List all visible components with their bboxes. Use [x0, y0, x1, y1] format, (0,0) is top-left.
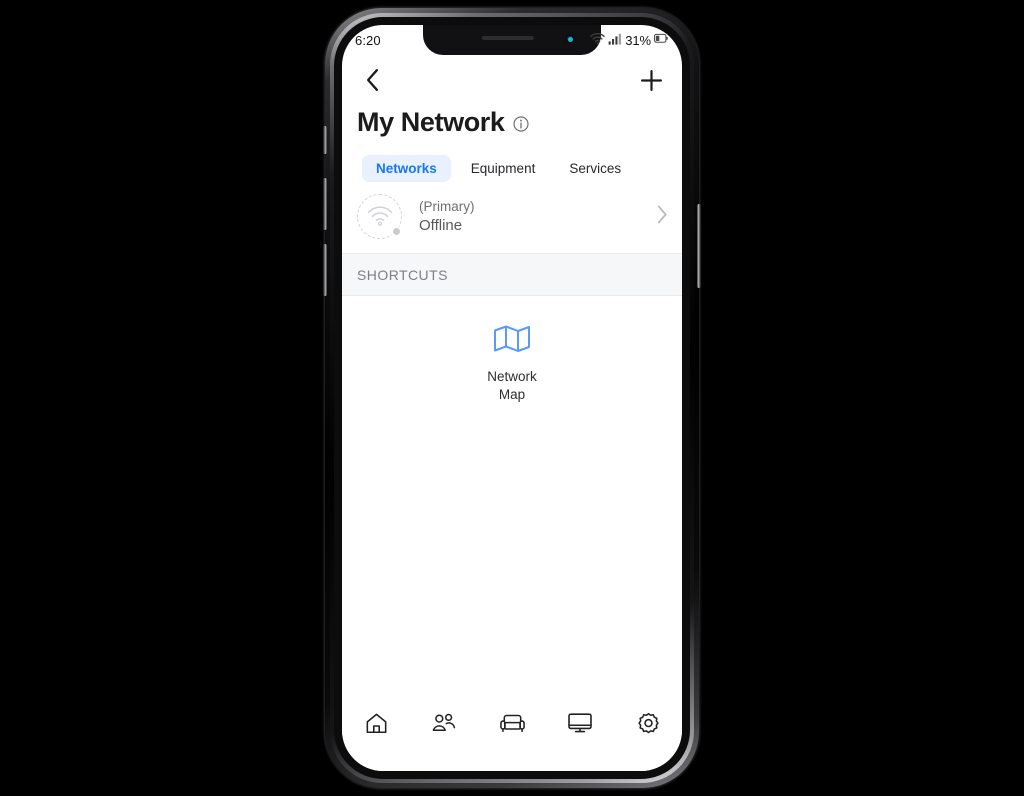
tab-networks[interactable]: Networks: [362, 155, 451, 182]
network-name: (Primary): [419, 199, 475, 215]
status-time: 6:20: [355, 32, 381, 48]
nav-item-home[interactable]: [354, 705, 398, 741]
add-button[interactable]: [636, 65, 666, 95]
nav-item-places[interactable]: [490, 705, 534, 741]
chevron-left-icon: [366, 69, 378, 91]
wifi-icon: [367, 206, 392, 226]
info-circle-icon[interactable]: [512, 115, 529, 137]
battery-icon: [654, 33, 668, 47]
bottom-navigation-bar: [342, 695, 682, 771]
page-title-row: My Network: [342, 105, 682, 138]
network-info: (Primary) Offline: [419, 198, 475, 234]
network-avatar: [357, 194, 402, 239]
app-bar: [342, 55, 682, 105]
tab-services[interactable]: Services: [555, 155, 635, 182]
people-icon: [432, 713, 456, 731]
network-status: Offline: [419, 216, 463, 234]
phone-device-frame: 6:20 31% My Network Networks Equipment S…: [323, 8, 701, 788]
monitor-icon: [568, 713, 592, 733]
status-indicators: 31%: [590, 32, 668, 48]
shortcuts-grid: Network Map: [342, 296, 682, 403]
network-list-item[interactable]: (Primary) Offline: [342, 182, 682, 254]
sofa-icon: [499, 714, 525, 733]
volume-down-button[interactable]: [323, 244, 327, 296]
phone-screen: 6:20 31% My Network Networks Equipment S…: [342, 25, 682, 771]
screenshot-root: 6:20 31% My Network Networks Equipment S…: [0, 0, 1024, 796]
gear-icon: [637, 712, 659, 733]
shortcut-network-map[interactable]: Network Map: [463, 324, 561, 403]
cellular-signal-icon: [608, 33, 622, 48]
page-title: My Network: [357, 107, 505, 137]
status-badge: [391, 226, 402, 237]
battery-percent-label: 31%: [625, 32, 651, 48]
volume-up-button[interactable]: [323, 178, 327, 230]
tab-bar: Networks Equipment Services: [342, 138, 682, 182]
power-button[interactable]: [697, 204, 701, 288]
shortcuts-section-header: SHORTCUTS: [342, 254, 682, 296]
status-bar: 6:20 31%: [342, 25, 682, 55]
home-icon: [366, 713, 386, 733]
nav-item-people[interactable]: [422, 705, 466, 741]
back-button[interactable]: [357, 65, 387, 95]
silent-switch-button[interactable]: [323, 126, 327, 154]
plus-icon: [640, 69, 662, 91]
tab-equipment[interactable]: Equipment: [457, 155, 550, 182]
shortcut-label: Network Map: [487, 369, 537, 402]
wifi-icon: [590, 32, 606, 48]
nav-item-settings[interactable]: [626, 705, 670, 741]
map-icon: [493, 324, 531, 359]
chevron-right-icon[interactable]: [657, 205, 668, 229]
app-content: 6:20 31% My Network Networks Equipment S…: [342, 25, 682, 771]
nav-item-devices[interactable]: [558, 705, 602, 741]
